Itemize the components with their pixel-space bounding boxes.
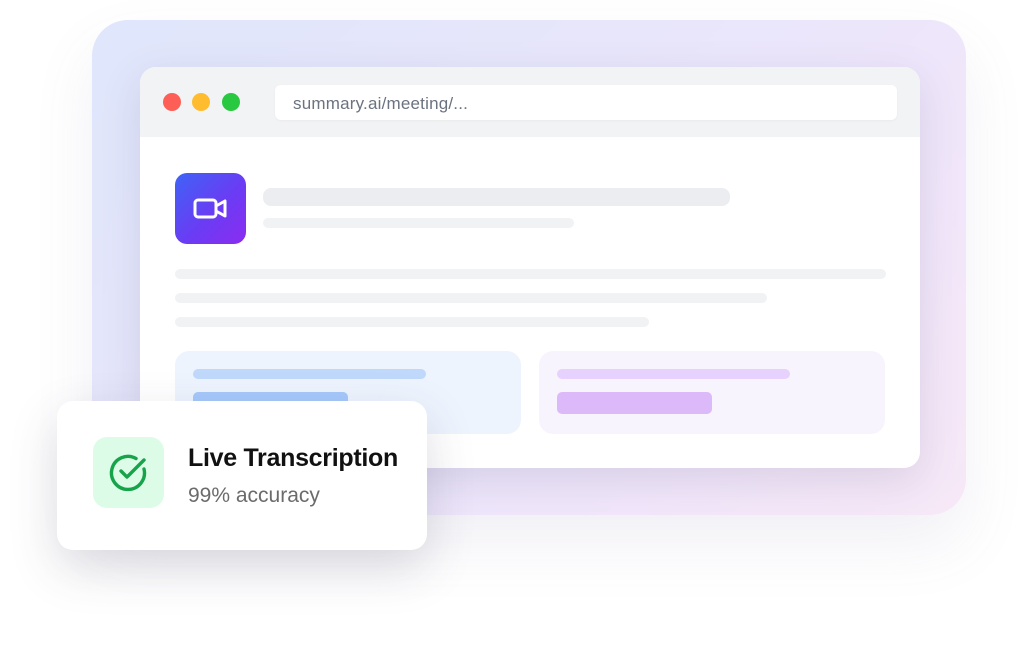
check-circle-icon: [93, 437, 164, 508]
close-window-button[interactable]: [163, 93, 181, 111]
browser-titlebar: summary.ai/meeting/...: [140, 67, 920, 137]
text-line-placeholder: [175, 269, 886, 279]
minimize-window-button[interactable]: [192, 93, 210, 111]
notification-subtitle: 99% accuracy: [188, 484, 320, 507]
text-line-placeholder: [175, 317, 649, 327]
address-bar-url: summary.ai/meeting/...: [293, 94, 469, 113]
card-bar-placeholder: [557, 392, 712, 414]
notification-title: Live Transcription: [188, 444, 398, 472]
transcription-notification: Live Transcription 99% accuracy: [57, 401, 427, 550]
subtitle-placeholder: [263, 218, 574, 228]
summary-card-purple: [539, 351, 885, 434]
video-camera-icon: [175, 173, 246, 244]
text-line-placeholder: [175, 293, 767, 303]
card-line-placeholder: [193, 369, 426, 379]
card-line-placeholder: [557, 369, 790, 379]
address-bar[interactable]: summary.ai/meeting/...: [275, 85, 897, 120]
hero-illustration: summary.ai/meeting/... Live Transcriptio…: [0, 0, 1024, 645]
maximize-window-button[interactable]: [222, 93, 240, 111]
title-placeholder: [263, 188, 730, 206]
